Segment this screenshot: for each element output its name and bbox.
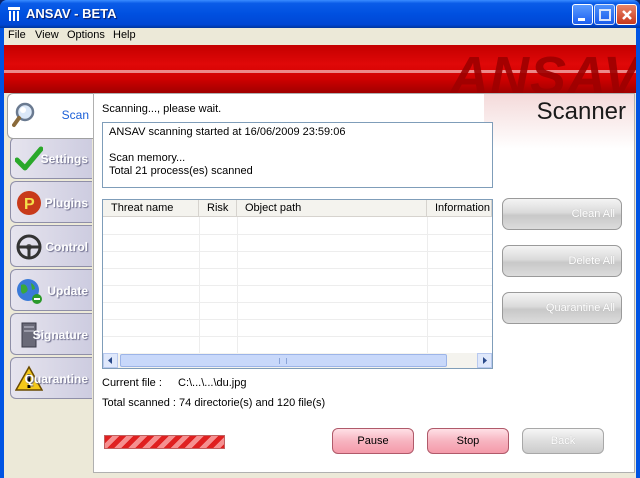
nav-tab-plugins[interactable]: P Plugins (10, 181, 92, 223)
scroll-left-button[interactable] (103, 353, 118, 368)
threat-table[interactable]: Threat name Risk Object path Information (102, 199, 493, 369)
pause-button[interactable]: Pause (332, 428, 414, 454)
banner-logo: ANSAV (449, 46, 636, 93)
svg-text:P: P (24, 196, 35, 213)
total-scanned: Total scanned : 74 directorie(s) and 120… (102, 397, 326, 409)
stop-button[interactable]: Stop (427, 428, 509, 454)
menu-options[interactable]: Options (67, 29, 105, 41)
panel-title: Scanner (536, 98, 626, 125)
nav-tab-control[interactable]: Control (10, 225, 92, 267)
nav-label-signature: Signature (32, 328, 88, 342)
scroll-right-button[interactable] (477, 353, 492, 368)
row-divider (103, 268, 492, 269)
back-button[interactable]: Back (522, 428, 604, 454)
row-divider (103, 285, 492, 286)
scroll-grip (279, 358, 287, 364)
scroll-thumb[interactable] (120, 354, 447, 367)
main-content: Scan Settings P Plugins Control Update S… (4, 93, 636, 478)
minimize-button[interactable] (572, 4, 593, 25)
plugin-p-icon: P (17, 191, 41, 215)
nav-tab-quarantine[interactable]: Quarantine (10, 357, 92, 399)
window-title: ANSAV - BETA (26, 6, 117, 21)
scan-progress-bar (104, 435, 225, 449)
column-divider (199, 217, 200, 355)
maximize-icon (599, 9, 611, 21)
column-divider (427, 217, 428, 355)
log-line: Scan memory... (109, 152, 186, 164)
row-divider (103, 336, 492, 337)
table-header: Threat name Risk Object path Information (103, 200, 492, 217)
steering-wheel-icon (16, 234, 42, 260)
row-divider (103, 319, 492, 320)
row-divider (103, 234, 492, 235)
nav-label-settings: Settings (40, 152, 88, 166)
nav-label-quarantine: Quarantine (24, 372, 88, 386)
checkmark-icon (15, 146, 43, 171)
delete-all-button[interactable]: Delete All (502, 245, 622, 277)
menu-help[interactable]: Help (113, 29, 136, 41)
column-header-object-path[interactable]: Object path (237, 200, 427, 217)
app-icon (8, 7, 20, 21)
current-file-value: C:\...\...\du.jpg (178, 377, 247, 389)
menu-bar: File View Options Help (4, 28, 636, 44)
header-banner: ANSAV (4, 45, 636, 93)
column-divider (237, 217, 238, 355)
log-line: ANSAV scanning started at 16/06/2009 23:… (109, 126, 346, 138)
column-header-information[interactable]: Information (427, 200, 492, 217)
nav-tab-settings[interactable]: Settings (10, 137, 92, 179)
title-bar[interactable]: ANSAV - BETA (0, 0, 640, 28)
scan-log[interactable]: ANSAV scanning started at 16/06/2009 23:… (102, 122, 493, 188)
nav-tab-update[interactable]: Update (10, 269, 92, 311)
globe-update-icon (17, 279, 42, 304)
maximize-button[interactable] (594, 4, 615, 25)
column-header-risk[interactable]: Risk (199, 200, 237, 217)
scanner-panel: Scanner Scanning..., please wait. ANSAV … (93, 93, 635, 473)
nav-label-update: Update (47, 284, 88, 298)
horizontal-scrollbar[interactable] (103, 353, 492, 368)
nav-label-control: Control (45, 240, 88, 254)
close-button[interactable] (616, 4, 637, 25)
column-header-threat-name[interactable]: Threat name (103, 200, 199, 217)
row-divider (103, 302, 492, 303)
nav-tab-signature[interactable]: Signature (10, 313, 92, 355)
app-window: ANSAV - BETA File View Options Help ANSA… (0, 0, 640, 478)
close-icon (622, 10, 632, 20)
nav-label-plugins: Plugins (44, 196, 88, 210)
minimize-icon (578, 18, 585, 21)
clean-all-button[interactable]: Clean All (502, 198, 622, 230)
row-divider (103, 251, 492, 252)
scan-status: Scanning..., please wait. (102, 103, 222, 115)
arrow-left-icon (108, 357, 112, 364)
magnifier-icon (12, 102, 35, 127)
client-area: File View Options Help ANSAV Scan Settin… (4, 28, 636, 478)
quarantine-all-button[interactable]: Quarantine All (502, 292, 622, 324)
log-line: Total 21 process(es) scanned (109, 165, 253, 177)
current-file-label: Current file : (102, 377, 162, 389)
menu-file[interactable]: File (8, 29, 26, 41)
menu-view[interactable]: View (35, 29, 59, 41)
arrow-right-icon (483, 357, 487, 364)
nav-label-scan: Scan (61, 108, 89, 122)
nav-tab-scan[interactable]: Scan (7, 93, 93, 139)
